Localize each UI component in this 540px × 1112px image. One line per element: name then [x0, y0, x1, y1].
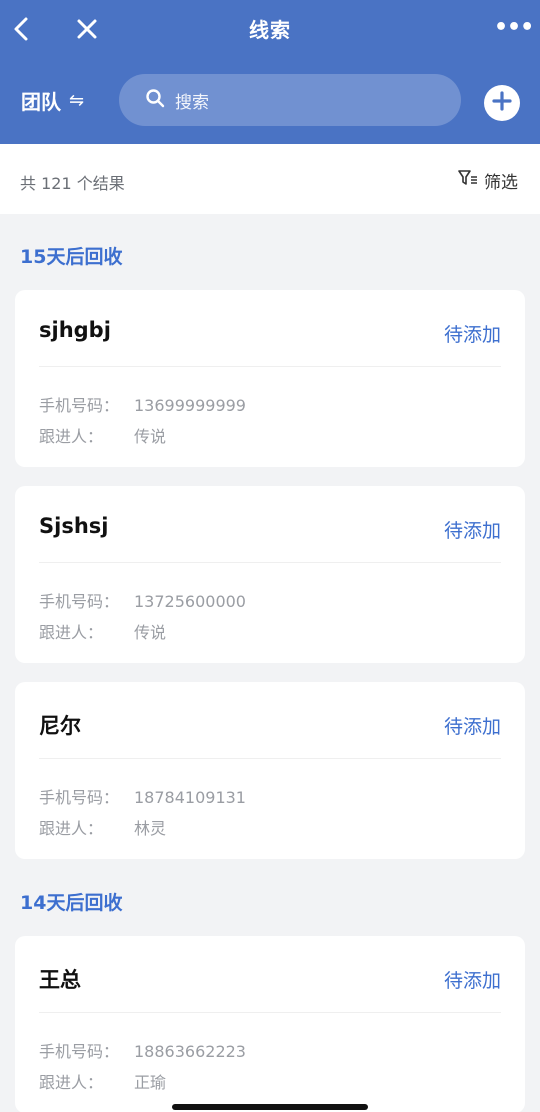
lead-name: Sjshsj: [39, 514, 109, 538]
phone-value: 13725600000: [134, 592, 246, 611]
owner-value: 林灵: [134, 819, 167, 838]
card-divider: [39, 366, 501, 367]
owner-label: 跟进人：: [39, 1073, 104, 1092]
more-dots-icon[interactable]: •••: [494, 17, 534, 39]
result-count: 共 121 个结果: [20, 174, 125, 193]
lead-status[interactable]: 待添加: [444, 712, 501, 739]
team-switch[interactable]: 团队 ⇋: [21, 86, 84, 115]
group-title: 14天后回收: [20, 892, 123, 914]
phone-row: 手机号码： 13699999999: [39, 392, 246, 416]
search-icon: [145, 88, 165, 112]
lead-card[interactable]: sjhgbj 待添加 手机号码： 13699999999 跟进人： 传说: [15, 290, 525, 467]
lead-card[interactable]: 王总 待添加 手机号码： 18863662223 跟进人： 正瑜: [15, 936, 525, 1112]
lead-status[interactable]: 待添加: [444, 966, 501, 993]
group-title: 15天后回收: [20, 246, 123, 268]
lead-name: 王总: [39, 968, 81, 992]
team-label: 团队: [21, 90, 61, 114]
lead-name: 尼尔: [39, 714, 81, 738]
owner-value: 正瑜: [134, 1073, 167, 1092]
phone-value: 13699999999: [134, 396, 246, 415]
owner-row: 跟进人： 正瑜: [39, 1069, 166, 1093]
phone-label: 手机号码：: [39, 1042, 120, 1061]
home-indicator: [172, 1104, 368, 1110]
phone-label: 手机号码：: [39, 788, 120, 807]
owner-label: 跟进人：: [39, 427, 104, 446]
phone-label: 手机号码：: [39, 396, 120, 415]
result-bar: 共 121 个结果 筛选: [0, 144, 540, 214]
lead-name: sjhgbj: [39, 318, 111, 342]
search-placeholder: 搜索: [175, 92, 209, 113]
lead-card[interactable]: 尼尔 待添加 手机号码： 18784109131 跟进人： 林灵: [15, 682, 525, 859]
lead-status[interactable]: 待添加: [444, 516, 501, 543]
filter-button[interactable]: 筛选: [458, 168, 518, 193]
owner-label: 跟进人：: [39, 623, 104, 642]
page-title: 线索: [249, 18, 291, 42]
plus-icon: [491, 90, 513, 116]
card-divider: [39, 1012, 501, 1013]
search-input[interactable]: 搜索: [119, 74, 461, 126]
owner-row: 跟进人： 传说: [39, 423, 166, 447]
phone-label: 手机号码：: [39, 592, 120, 611]
card-divider: [39, 562, 501, 563]
owner-row: 跟进人： 林灵: [39, 815, 166, 839]
phone-row: 手机号码： 18784109131: [39, 784, 246, 808]
owner-value: 传说: [134, 623, 167, 642]
owner-row: 跟进人： 传说: [39, 619, 166, 643]
phone-row: 手机号码： 18863662223: [39, 1038, 246, 1062]
lead-card[interactable]: Sjshsj 待添加 手机号码： 13725600000 跟进人： 传说: [15, 486, 525, 663]
swap-icon: ⇋: [69, 90, 85, 111]
phone-value: 18784109131: [134, 788, 246, 807]
phone-row: 手机号码： 13725600000: [39, 588, 246, 612]
toolbar: 团队 ⇋ 搜索: [0, 72, 540, 128]
card-divider: [39, 758, 501, 759]
lead-status[interactable]: 待添加: [444, 320, 501, 347]
owner-value: 传说: [134, 427, 167, 446]
filter-label: 筛选: [484, 173, 518, 193]
nav-bar: 线索 •••: [0, 0, 540, 58]
app-header: 线索 ••• 团队 ⇋ 搜索: [0, 0, 540, 144]
owner-label: 跟进人：: [39, 819, 104, 838]
add-button[interactable]: [484, 85, 520, 121]
filter-icon: [458, 169, 478, 192]
phone-value: 18863662223: [134, 1042, 246, 1061]
